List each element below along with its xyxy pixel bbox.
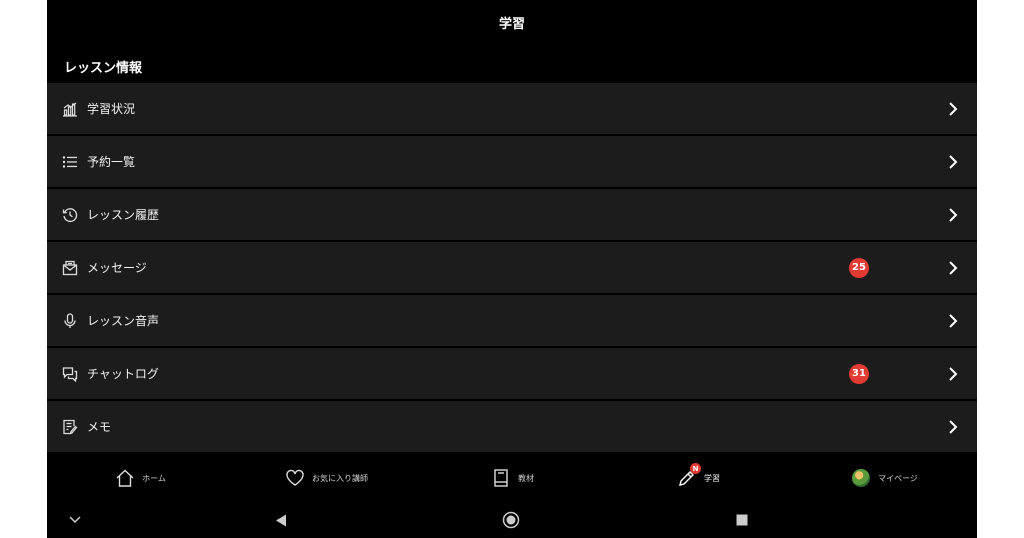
menu-item-messages[interactable]: メッセージ 25 [47, 242, 977, 293]
menu-item-label: チャットログ [87, 367, 159, 381]
system-navigation-bar [47, 502, 977, 538]
tab-label: 学習 [704, 473, 720, 483]
menu-item-study-status[interactable]: 学習状況 [47, 83, 977, 134]
chevron-down-icon[interactable] [67, 510, 83, 530]
bottom-tab-bar: ホーム お気に入り講師 教材 N 学習 マイページ [47, 454, 977, 502]
menu-item-label: メッセージ [87, 261, 147, 275]
tab-label: ホーム [142, 473, 166, 483]
heart-icon [284, 467, 306, 489]
app-screen: 学習 レッスン情報 学習状況 予約一覧 レッスン履歴 メッセージ 25 レッスン… [47, 0, 977, 538]
lesson-menu: 学習状況 予約一覧 レッスン履歴 メッセージ 25 レッスン音声 チャットログ … [47, 83, 977, 454]
home-circle-icon[interactable] [501, 510, 521, 530]
chevron-right-icon [949, 260, 958, 275]
new-badge: N [690, 463, 701, 474]
menu-item-lesson-audio[interactable]: レッスン音声 [47, 295, 977, 346]
history-clock-icon [61, 206, 79, 224]
menu-item-chat-log[interactable]: チャットログ 31 [47, 348, 977, 399]
menu-item-label: レッスン音声 [87, 314, 160, 328]
app-header: 学習 [47, 0, 977, 44]
unread-badge: 31 [849, 363, 869, 384]
list-icon [61, 153, 79, 171]
chevron-right-icon [949, 154, 958, 169]
tab-favorite-teachers[interactable]: お気に入り講師 [233, 454, 419, 502]
menu-item-label: メモ [87, 420, 112, 434]
chevron-right-icon [949, 101, 958, 116]
tab-my-page[interactable]: マイページ [791, 454, 977, 502]
avatar [850, 467, 872, 489]
chevron-right-icon [949, 419, 958, 434]
menu-item-label: レッスン履歴 [87, 208, 160, 222]
section-title: レッスン情報 [64, 61, 143, 76]
tab-study[interactable]: N 学習 [605, 454, 791, 502]
recents-square-icon[interactable] [734, 510, 750, 530]
tab-label: 教材 [518, 473, 534, 483]
page-title: 学習 [498, 16, 525, 32]
chevron-right-icon [949, 207, 958, 222]
menu-item-memo[interactable]: メモ [47, 401, 977, 452]
home-icon [114, 467, 136, 489]
tab-label: お気に入り講師 [312, 473, 368, 483]
book-icon [490, 467, 512, 489]
pencil-icon: N [676, 463, 701, 489]
menu-item-reservations[interactable]: 予約一覧 [47, 136, 977, 187]
chat-bubbles-icon [61, 365, 79, 383]
chart-bars-icon [61, 100, 79, 118]
microphone-icon [61, 312, 79, 330]
unread-badge: 25 [849, 257, 869, 278]
menu-item-label: 予約一覧 [87, 155, 136, 169]
tab-materials[interactable]: 教材 [419, 454, 605, 502]
chevron-right-icon [949, 313, 958, 328]
tab-label: マイページ [878, 473, 918, 483]
chevron-right-icon [949, 366, 958, 381]
menu-item-lesson-history[interactable]: レッスン履歴 [47, 189, 977, 240]
tab-home[interactable]: ホーム [47, 454, 233, 502]
back-triangle-icon[interactable] [273, 510, 289, 530]
envelope-icon [61, 259, 79, 277]
menu-item-label: 学習状況 [87, 102, 136, 116]
memo-pencil-icon [61, 418, 79, 436]
